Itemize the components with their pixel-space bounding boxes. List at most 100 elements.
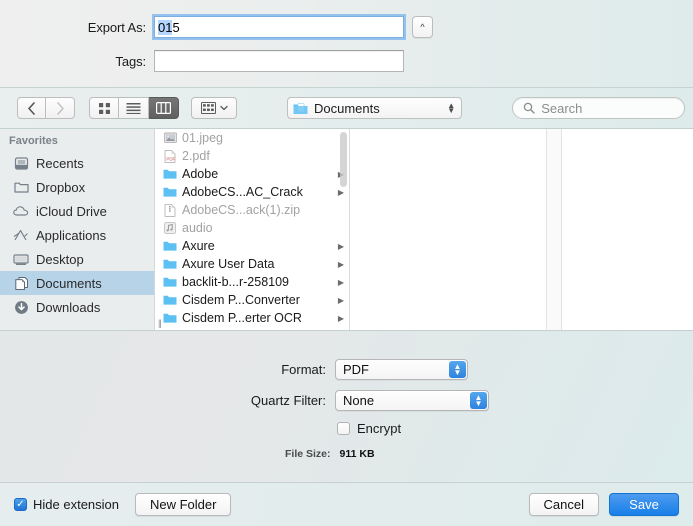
chevron-right-icon: ▶ bbox=[337, 187, 344, 197]
sidebar-item-label: Desktop bbox=[36, 251, 84, 267]
expand-disclosure-button[interactable]: ^ bbox=[412, 16, 433, 38]
quartz-filter-label: Quartz Filter: bbox=[250, 393, 326, 408]
file-name: audio bbox=[182, 221, 213, 235]
new-folder-button[interactable]: New Folder bbox=[135, 493, 232, 516]
list-item[interactable]: Axure User Data ▶ bbox=[155, 255, 349, 273]
file-browser-toolbar: Documents ▲ ▼ Search bbox=[0, 88, 693, 129]
column-resize-grip[interactable]: || bbox=[158, 318, 162, 328]
folder-icon bbox=[163, 185, 177, 199]
export-as-input[interactable]: 01 5 bbox=[152, 14, 406, 40]
view-mode-button-group bbox=[89, 97, 179, 119]
tags-input[interactable] bbox=[154, 50, 404, 72]
sidebar-item-icloud-drive[interactable]: iCloud Drive bbox=[0, 199, 154, 223]
back-button[interactable] bbox=[17, 97, 46, 119]
sidebar-item-dropbox[interactable]: Dropbox bbox=[0, 175, 154, 199]
encrypt-label: Encrypt bbox=[357, 421, 402, 436]
chevron-right-icon bbox=[56, 101, 65, 115]
hide-extension-row[interactable]: ✓ Hide extension bbox=[14, 497, 119, 512]
navigation-button-group bbox=[17, 97, 75, 119]
documents-icon bbox=[13, 275, 29, 291]
sidebar-item-documents[interactable]: Documents bbox=[0, 271, 154, 295]
list-item[interactable]: AdobeCS...AC_Crack ▶ bbox=[155, 183, 349, 201]
export-as-rest-text: 5 bbox=[172, 19, 180, 35]
format-row: Format: PDF ▲ ▼ bbox=[180, 359, 468, 380]
format-value: PDF bbox=[343, 362, 369, 377]
forward-button[interactable] bbox=[46, 97, 75, 119]
hide-extension-checkbox[interactable]: ✓ bbox=[14, 498, 27, 511]
format-label: Format: bbox=[281, 362, 326, 377]
file-column-2 bbox=[350, 129, 547, 330]
column-view-button[interactable] bbox=[149, 97, 179, 119]
folder-icon bbox=[163, 239, 177, 253]
file-name: Axure User Data bbox=[182, 257, 275, 271]
file-name: Cisdem P...Converter bbox=[182, 293, 300, 307]
list-item[interactable]: Adobe ▶ bbox=[155, 165, 349, 183]
image-file-icon bbox=[163, 131, 177, 145]
list-item[interactable]: Cisdem P...Converter ▶ bbox=[155, 291, 349, 309]
export-as-row: Export As: 01 5 ^ bbox=[62, 14, 433, 40]
file-size-row: File Size: 911 KB bbox=[285, 448, 375, 460]
quartz-filter-row: Quartz Filter: None ▲ ▼ bbox=[180, 390, 489, 411]
list-item[interactable]: backlit-b...r-258109 ▶ bbox=[155, 273, 349, 291]
stepper-icon: ▲ ▼ bbox=[470, 392, 487, 409]
sidebar-section-favorites: Favorites bbox=[9, 135, 58, 147]
file-name: 2.pdf bbox=[182, 149, 210, 163]
cancel-button[interactable]: Cancel bbox=[528, 493, 599, 516]
sidebar-item-label: Documents bbox=[36, 275, 102, 291]
new-folder-label: New Folder bbox=[150, 497, 217, 512]
folder-icon bbox=[163, 275, 177, 289]
list-item[interactable]: AdobeCS...ack(1).zip bbox=[155, 201, 349, 219]
search-field[interactable]: Search bbox=[512, 97, 685, 119]
sidebar-item-label: Applications bbox=[36, 227, 107, 243]
sidebar-item-recents[interactable]: Recents bbox=[0, 151, 154, 175]
chevron-right-icon: ▶ bbox=[337, 313, 344, 323]
file-list-scrollbar[interactable] bbox=[340, 132, 347, 187]
column-view-icon bbox=[156, 102, 171, 114]
dialog-header: Export As: 01 5 ^ Tags: bbox=[0, 0, 693, 88]
quartz-filter-value: None bbox=[343, 393, 375, 408]
list-item[interactable]: Axure ▶ bbox=[155, 237, 349, 255]
location-popup-label: Documents bbox=[314, 100, 380, 116]
chevron-right-icon: ▶ bbox=[337, 259, 344, 269]
export-dialog: Export As: 01 5 ^ Tags: Documents ▲ ▼ Se… bbox=[0, 0, 693, 526]
icon-view-button[interactable] bbox=[89, 97, 119, 119]
folder-documents-icon bbox=[293, 102, 308, 115]
list-item[interactable]: PDF 2.pdf bbox=[155, 147, 349, 165]
icon-view-icon bbox=[98, 102, 111, 115]
sidebar-item-downloads[interactable]: Downloads bbox=[0, 295, 154, 319]
format-popup-button[interactable]: PDF ▲ ▼ bbox=[335, 359, 468, 380]
chevron-right-icon: ▶ bbox=[337, 277, 344, 287]
list-item[interactable]: Cisdem P...erter OCR ▶ bbox=[155, 309, 349, 327]
encrypt-checkbox[interactable] bbox=[337, 422, 350, 435]
stepper-icon: ▲ ▼ bbox=[449, 361, 466, 378]
chevron-right-icon: ▶ bbox=[337, 241, 344, 251]
export-as-label: Export As: bbox=[87, 19, 146, 35]
list-item[interactable]: audio bbox=[155, 219, 349, 237]
location-popup-button[interactable]: Documents ▲ ▼ bbox=[287, 97, 463, 119]
sidebar-item-label: Recents bbox=[36, 155, 84, 171]
encrypt-row[interactable]: Encrypt bbox=[337, 421, 401, 436]
sidebar: Favorites Recents Dropbox iCloud Drive A… bbox=[0, 129, 155, 330]
chevron-left-icon bbox=[27, 101, 36, 115]
svg-text:PDF: PDF bbox=[166, 156, 175, 161]
file-name: Adobe bbox=[182, 167, 219, 181]
sidebar-item-desktop[interactable]: Desktop bbox=[0, 247, 154, 271]
column-view-container: 01.jpeg PDF 2.pdf Adobe AdobeCS...AC_Cra… bbox=[155, 129, 693, 330]
search-placeholder-text: Search bbox=[541, 100, 583, 116]
file-column-1: 01.jpeg PDF 2.pdf Adobe AdobeCS...AC_Cra… bbox=[155, 129, 350, 330]
quartz-filter-popup-button[interactable]: None ▲ ▼ bbox=[335, 390, 489, 411]
file-name: backlit-b...r-258109 bbox=[182, 275, 290, 289]
arrange-by-button[interactable] bbox=[191, 97, 237, 119]
export-as-selected-text: 01 bbox=[158, 19, 173, 35]
save-button[interactable]: Save bbox=[609, 493, 679, 516]
export-options-panel: Format: PDF ▲ ▼ Quartz Filter: None ▲ ▼ En… bbox=[0, 331, 693, 483]
sidebar-item-applications[interactable]: Applications bbox=[0, 223, 154, 247]
list-item[interactable]: 01.jpeg bbox=[155, 129, 349, 147]
audio-file-icon bbox=[163, 221, 177, 235]
folder-icon bbox=[163, 167, 177, 181]
sidebar-item-label: Dropbox bbox=[36, 179, 86, 195]
list-view-button[interactable] bbox=[119, 97, 149, 119]
pdf-file-icon: PDF bbox=[163, 149, 177, 163]
list-view-icon bbox=[126, 102, 141, 114]
sidebar-item-label: Downloads bbox=[36, 299, 101, 315]
